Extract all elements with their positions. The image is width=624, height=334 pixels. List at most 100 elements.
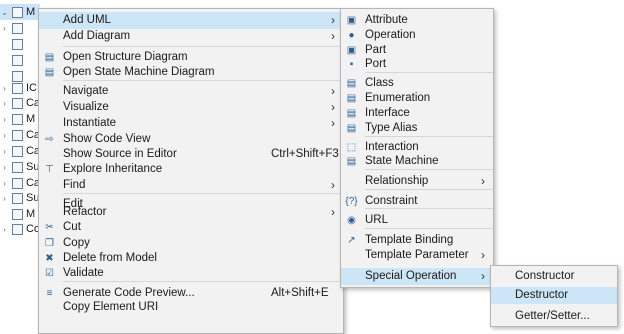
menu-item-state-machine[interactable]: ▤ State Machine: [341, 153, 493, 170]
tree-expand-icon[interactable]: ›: [0, 225, 9, 234]
menu-item-label: Copy: [63, 237, 90, 249]
state-machine-icon: ▤: [346, 156, 357, 167]
tree-expand-icon[interactable]: ›: [0, 194, 9, 203]
menu-item-type-alias[interactable]: ▤ Type Alias: [341, 120, 493, 137]
menu-separator: [365, 208, 493, 209]
copy-icon: ❐: [45, 238, 54, 249]
tree-item-label: IC: [26, 82, 37, 94]
menu-item-label: Open Structure Diagram: [63, 51, 188, 63]
tree-item[interactable]: › Su: [0, 159, 40, 175]
menu-item-label: Open State Machine Diagram: [63, 66, 215, 78]
tree-item[interactable]: ›: [0, 20, 40, 36]
tree-item[interactable]: ⌄ M: [0, 4, 40, 20]
validate-icon: ☑: [45, 268, 54, 279]
submenu-arrow-icon: ›: [331, 84, 335, 98]
tree-expand-icon[interactable]: ⌄: [0, 8, 9, 17]
enumeration-icon: ▤: [346, 93, 357, 104]
tree-expand-icon[interactable]: ›: [0, 147, 9, 156]
tree-item[interactable]: M: [0, 206, 40, 222]
menu-item-explore-inheritance[interactable]: ⊤ Explore Inheritance: [39, 161, 343, 178]
menu-item-getter-setter[interactable]: Getter/Setter...: [491, 308, 617, 325]
tree-node-icon: [12, 192, 23, 204]
menu-item-constructor[interactable]: Constructor: [491, 268, 617, 285]
menu-item-open-state-machine-diagram[interactable]: ▤ Open State Machine Diagram: [39, 64, 343, 81]
tree-node-icon: [12, 113, 23, 125]
menu-item-label: Operation: [365, 29, 416, 41]
tree-item[interactable]: › Su: [0, 190, 40, 206]
menu-item-label: Navigate: [63, 85, 109, 97]
menu-item-label: Constructor: [515, 270, 575, 282]
menu-item-visualize[interactable]: Visualize ›: [39, 99, 343, 116]
cut-icon: ✂: [45, 222, 54, 233]
tree-item[interactable]: › Ca: [0, 95, 40, 111]
tree-expand-icon[interactable]: ›: [0, 131, 9, 140]
tree-item[interactable]: › Ca: [0, 143, 40, 159]
menu-item-add-uml[interactable]: Add UML ›: [39, 12, 343, 29]
tree-node-icon: [11, 129, 23, 141]
menu-item-add-diagram[interactable]: Add Diagram ›: [39, 28, 343, 45]
special-operation-submenu: Constructor Destructor Getter/Setter...: [490, 265, 618, 327]
menu-item-label: Template Parameter: [365, 249, 469, 261]
menu-item-destructor[interactable]: Destructor: [491, 287, 617, 304]
tree-expand-icon[interactable]: ›: [0, 163, 9, 172]
tree-item-label: M: [26, 113, 36, 125]
port-icon: ▪: [349, 59, 354, 70]
tree-item[interactable]: › Co: [0, 221, 40, 237]
tree-node-icon: [12, 54, 23, 66]
menu-item-instantiate[interactable]: Instantiate ›: [39, 115, 343, 132]
menu-item-find[interactable]: Find ›: [39, 177, 343, 194]
url-icon: ◉: [347, 215, 356, 226]
template-binding-icon: ↗: [347, 235, 356, 246]
menu-item-label: Getter/Setter...: [515, 310, 590, 322]
menu-item-url[interactable]: ◉ URL: [341, 212, 493, 229]
delete-icon: ✖: [45, 253, 54, 264]
tree-expand-icon[interactable]: ›: [0, 84, 9, 93]
tree-item[interactable]: › Ca: [0, 127, 40, 143]
menu-item-label: Instantiate: [63, 117, 117, 129]
submenu-arrow-icon: ›: [331, 116, 335, 130]
menu-item-special-operation[interactable]: Special Operation ›: [341, 268, 493, 285]
menu-item-copy-element-uri[interactable]: Copy Element URI: [39, 299, 343, 316]
code-view-icon: ⇨: [45, 134, 54, 145]
tree-item[interactable]: › M: [0, 111, 40, 127]
menu-separator: [63, 46, 343, 47]
menu-item-label: Show Code View: [63, 133, 151, 145]
menu-separator: [365, 72, 493, 73]
tree-node-icon: [11, 177, 23, 189]
menu-item-label: Explore Inheritance: [63, 163, 163, 175]
menu-item-relationship[interactable]: Relationship ›: [341, 173, 493, 190]
tree-node-icon: [12, 38, 23, 50]
submenu-arrow-icon: ›: [481, 248, 485, 262]
menu-item-template-parameter[interactable]: Template Parameter ›: [341, 247, 493, 264]
shortcut-label: Ctrl+Shift+F3: [271, 148, 339, 160]
menu-separator: [365, 189, 493, 190]
menu-item-label: Destructor: [515, 289, 569, 301]
tree-item[interactable]: › Ca: [0, 175, 40, 191]
menu-item-label: Constraint: [365, 195, 418, 207]
menu-item-label: Enumeration: [365, 92, 431, 104]
tree-expand-icon[interactable]: ›: [0, 179, 9, 188]
tree-item[interactable]: [0, 36, 40, 52]
class-icon: ▤: [346, 78, 357, 89]
menu-item-cut[interactable]: ✂ Cut: [39, 219, 343, 236]
tree-expand-icon[interactable]: ›: [0, 24, 9, 33]
submenu-arrow-icon: ›: [331, 13, 335, 27]
menu-item-validate[interactable]: ☑ Validate: [39, 265, 343, 282]
tree-item[interactable]: [0, 52, 40, 68]
menu-item-label: Type Alias: [365, 122, 418, 134]
menu-item-label: URL: [365, 214, 389, 226]
tree-node-icon: [11, 145, 23, 157]
menu-item-port[interactable]: ▪ Port: [341, 56, 493, 73]
tree-item[interactable]: › IC: [0, 80, 40, 96]
menu-item-label: Delete from Model: [63, 252, 157, 264]
tree-node-icon: [12, 82, 23, 94]
tree-node-icon: [11, 223, 23, 235]
constraint-icon: {?}: [345, 196, 358, 207]
tree-expand-icon[interactable]: ›: [0, 115, 9, 124]
menu-item-navigate[interactable]: Navigate ›: [39, 83, 343, 100]
menu-item-label: Special Operation: [365, 270, 457, 282]
menu-item-label: Find: [63, 179, 86, 191]
tree-expand-icon[interactable]: ›: [0, 99, 9, 108]
tree-item-label: M: [26, 6, 36, 18]
menu-item-label: Add Diagram: [63, 30, 131, 42]
